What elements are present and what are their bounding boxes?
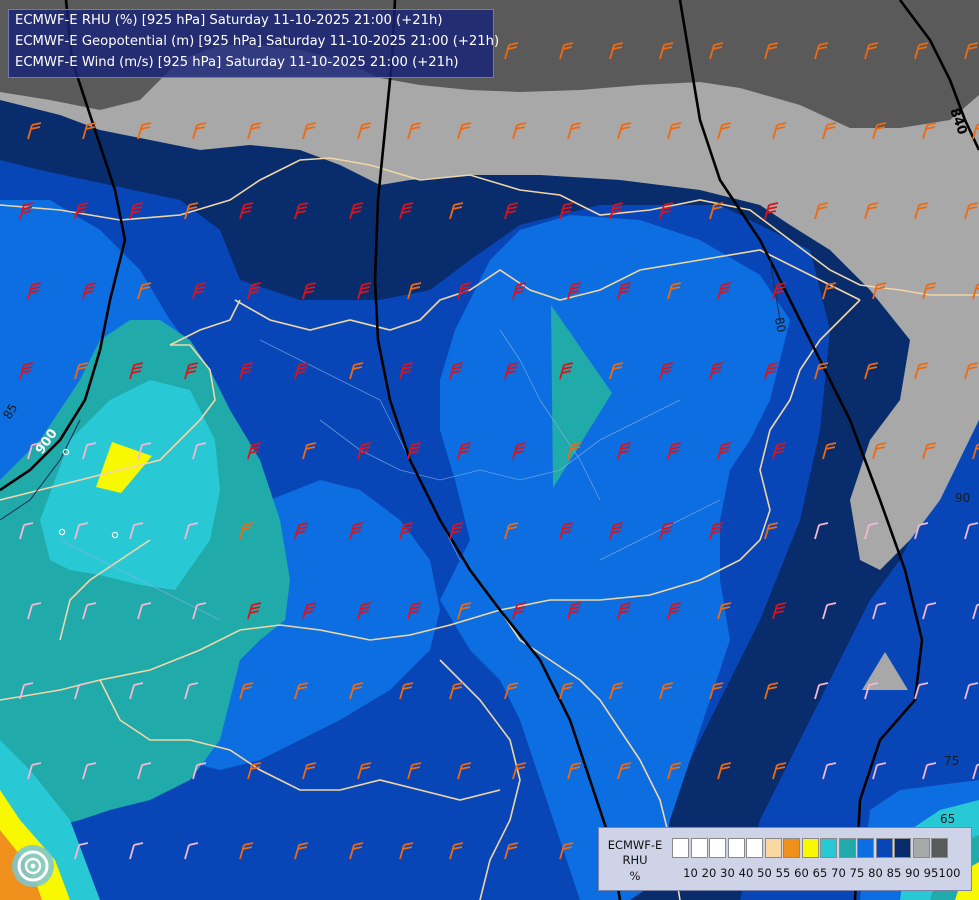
weather-map: 900 840 90 85 80 75 65 ECMWF-E RHU (%) [… [0, 0, 979, 900]
legend-unit: % [629, 869, 641, 883]
title-wind: ECMWF-E Wind (m/s) [925 hPa] Saturday 11… [15, 55, 459, 70]
legend-swatch [912, 838, 930, 858]
rhu-field-map: 900 840 90 85 80 75 65 [0, 0, 979, 900]
rhu-label-80: 80 [772, 316, 788, 333]
legend-title: ECMWF-E [607, 838, 663, 852]
rhu-label-65: 65 [940, 812, 955, 826]
legend-swatch [801, 838, 819, 858]
legend-swatch [746, 838, 763, 858]
ecmwf-logo [12, 845, 54, 887]
legend-swatch [838, 838, 856, 858]
rhu-label-75: 75 [944, 754, 959, 768]
legend-swatch [894, 838, 911, 858]
title-geopotential: ECMWF-E Geopotential (m) [925 hPa] Satur… [15, 34, 500, 49]
rhu-label-90: 90 [955, 491, 970, 505]
rhu-legend: ECMWF-E RHU % 10 20 30 40 50 55 60 65 70 75 80 85 90… [598, 827, 972, 891]
legend-variable: RHU [622, 853, 648, 867]
legend-swatch [764, 838, 782, 858]
legend-swatch [727, 838, 745, 858]
legend-swatch [857, 838, 874, 858]
title-rhu: ECMWF-E RHU (%) [925 hPa] Saturday 11-10… [15, 13, 443, 28]
legend-tick-label: 100 [938, 866, 961, 880]
legend-swatch [690, 838, 708, 858]
legend-swatch [672, 838, 689, 858]
legend-swatch [875, 838, 893, 858]
legend-swatch [820, 838, 837, 858]
legend-swatch [931, 838, 948, 858]
legend-swatch [709, 838, 726, 858]
map-title-box: ECMWF-E RHU (%) [925 hPa] Saturday 11-10… [8, 9, 499, 78]
legend-swatch [783, 838, 800, 858]
